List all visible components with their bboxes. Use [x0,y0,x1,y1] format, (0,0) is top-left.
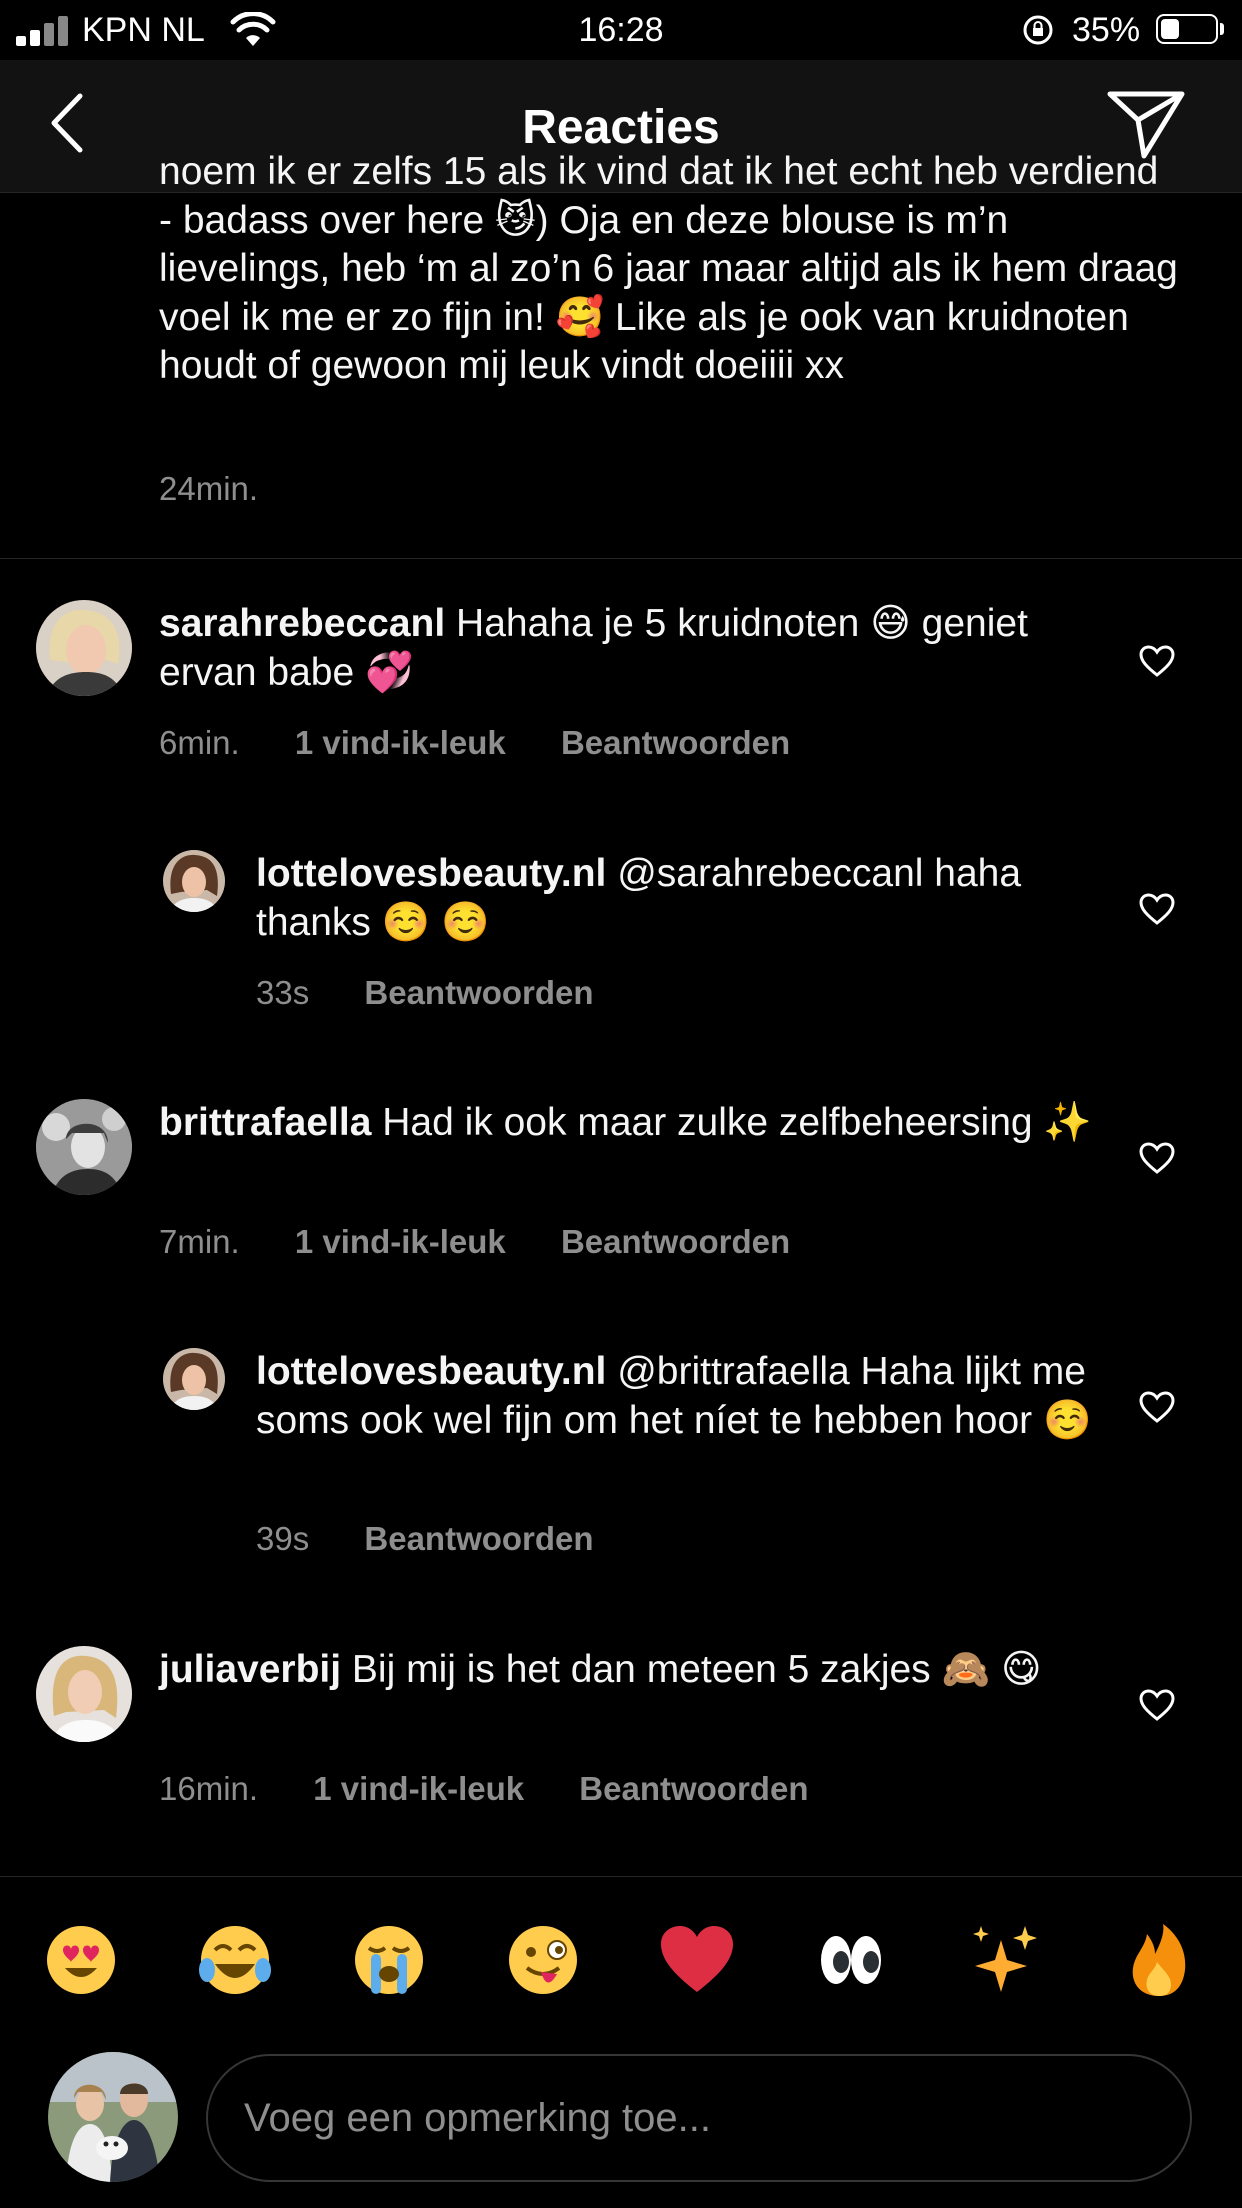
comment-username[interactable]: juliaverbij [159,1648,341,1691]
battery-percentage: 35% [1072,11,1141,49]
comment-username[interactable]: brittrafaella [159,1101,371,1144]
battery-icon [1156,14,1218,44]
post-caption: noem ik er zelfs 15 als ik vind dat ik h… [159,150,1178,387]
comment-text: lottelovesbeauty.nl @sarahrebeccanl haha… [256,850,1116,947]
comment-likes-count[interactable]: 1 vind-ik-leuk [295,724,506,761]
reply-button[interactable]: Beantwoorden [561,1223,790,1260]
avatar[interactable] [36,1099,132,1195]
heart-outline-icon[interactable] [1138,1390,1176,1424]
avatar[interactable] [36,1646,132,1742]
comment-meta: 6min. 1 vind-ik-leuk Beantwoorden [159,724,836,762]
comment-username[interactable]: lottelovesbeauty.nl [256,852,606,895]
fire-emoji-button[interactable] [1119,1920,1199,2000]
reply-button[interactable]: Beantwoorden [579,1770,808,1807]
caption-timestamp: 24min. [159,470,259,507]
reply-button[interactable]: Beantwoorden [561,724,790,761]
divider [0,1876,1242,1877]
winking-tongue-emoji-button[interactable] [503,1920,583,2000]
comment-likes-count[interactable]: 1 vind-ik-leuk [313,1770,524,1807]
comment-meta: 16min. 1 vind-ik-leuk Beantwoorden [159,1770,854,1808]
comment-body: Had ik ook maar zulke zelfbeheersing ✨ [371,1101,1092,1144]
heart-outline-icon[interactable] [1138,1141,1176,1175]
comment-meta: 7min. 1 vind-ik-leuk Beantwoorden [159,1223,836,1261]
comment-time: 39s [256,1520,310,1557]
reply-button[interactable]: Beantwoorden [364,1520,593,1557]
red-heart-emoji-button[interactable] [657,1920,737,2000]
tears-of-joy-emoji-button[interactable] [195,1920,275,2000]
comment-text: sarahrebeccanl Hahaha je 5 kruidnoten 😅 … [159,600,1119,697]
comment-time: 7min. [159,1223,240,1260]
comment-likes-count[interactable]: 1 vind-ik-leuk [295,1223,506,1260]
divider [0,558,1242,559]
heart-outline-icon[interactable] [1138,644,1176,678]
eyes-emoji-button[interactable] [811,1920,891,2000]
current-user-avatar[interactable] [48,2052,178,2182]
heart-eyes-emoji-button[interactable] [41,1920,121,2000]
sparkles-emoji-button[interactable] [965,1920,1045,2000]
comment-time: 33s [256,974,310,1011]
comment-username[interactable]: lottelovesbeauty.nl [256,1350,606,1393]
heart-outline-icon[interactable] [1138,1688,1176,1722]
clock: 16:28 [578,11,664,49]
comment-meta: 33s Beantwoorden [256,974,640,1012]
battery-tip [1220,23,1224,35]
comment-text: lottelovesbeauty.nl @brittrafaella Haha … [256,1348,1116,1445]
avatar[interactable] [36,600,132,696]
rotation-lock-icon [1023,15,1053,45]
status-bar: KPN NL 16:28 35% [0,0,1242,60]
comment-username[interactable]: sarahrebeccanl [159,602,445,645]
comment-input[interactable] [206,2054,1192,2182]
comment-text: brittrafaella Had ik ook maar zulke zelf… [159,1099,1119,1148]
loudly-crying-emoji-button[interactable] [349,1920,429,2000]
heart-outline-icon[interactable] [1138,892,1176,926]
comment-time: 6min. [159,724,240,761]
reply-button[interactable]: Beantwoorden [364,974,593,1011]
comment-text: juliaverbij Bij mij is het dan meteen 5 … [159,1646,1119,1695]
comment-meta: 39s Beantwoorden [256,1520,640,1558]
comment-time: 16min. [159,1770,259,1807]
comment-body: Bij mij is het dan meteen 5 zakjes 🙈 😋 [341,1648,1042,1691]
avatar[interactable] [163,1348,225,1410]
emoji-quick-bar [0,1920,1242,2000]
avatar[interactable] [163,850,225,912]
